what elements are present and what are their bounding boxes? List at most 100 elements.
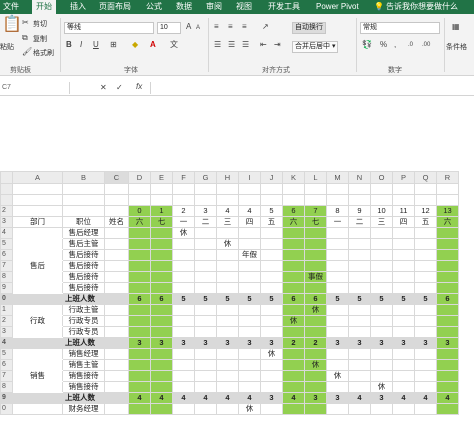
header-name[interactable]: 姓名 bbox=[104, 216, 129, 228]
cell[interactable] bbox=[238, 282, 261, 294]
cell[interactable] bbox=[414, 370, 437, 382]
tab-review[interactable]: 审阅 bbox=[206, 0, 222, 14]
insert-function-button[interactable]: fx bbox=[136, 82, 142, 91]
cell[interactable] bbox=[12, 381, 63, 393]
cell[interactable] bbox=[194, 403, 217, 415]
cell[interactable] bbox=[194, 348, 217, 360]
percent-button[interactable]: % bbox=[380, 40, 387, 50]
cell[interactable] bbox=[150, 194, 173, 206]
cell[interactable] bbox=[414, 381, 437, 393]
cell[interactable] bbox=[392, 370, 415, 382]
cell[interactable] bbox=[304, 381, 327, 393]
total-cell[interactable]: 3 bbox=[326, 392, 349, 404]
cell[interactable] bbox=[216, 260, 239, 272]
cell[interactable] bbox=[194, 249, 217, 261]
row-header[interactable]: 5 bbox=[0, 238, 13, 250]
align-top-icon[interactable]: ≡ bbox=[214, 22, 219, 32]
cell[interactable] bbox=[104, 403, 129, 415]
cell[interactable] bbox=[172, 403, 195, 415]
row-header[interactable]: 9 bbox=[0, 392, 13, 404]
row-header[interactable]: 7 bbox=[0, 370, 13, 382]
day-number-cell[interactable]: 10 bbox=[370, 205, 393, 217]
tab-file[interactable]: 文件 bbox=[3, 0, 19, 14]
cell[interactable] bbox=[414, 304, 437, 316]
day-number-cell[interactable]: 4 bbox=[238, 205, 261, 217]
total-cell[interactable]: 6 bbox=[128, 293, 151, 305]
cell[interactable] bbox=[12, 271, 63, 283]
shift-cell[interactable]: 休 bbox=[326, 370, 349, 382]
row-header[interactable]: 0 bbox=[0, 293, 13, 305]
total-cell[interactable]: 6 bbox=[436, 293, 459, 305]
cell[interactable] bbox=[128, 370, 151, 382]
cell[interactable] bbox=[304, 315, 327, 327]
cell[interactable] bbox=[128, 194, 151, 206]
align-bottom-icon[interactable]: ≡ bbox=[242, 22, 247, 32]
weekday-cell[interactable]: 一 bbox=[172, 216, 195, 228]
total-cell[interactable]: 6 bbox=[282, 293, 305, 305]
cell[interactable] bbox=[104, 304, 129, 316]
column-header[interactable]: D bbox=[128, 171, 151, 184]
cell[interactable] bbox=[348, 271, 371, 283]
cell[interactable] bbox=[348, 381, 371, 393]
cell[interactable] bbox=[172, 249, 195, 261]
column-header[interactable]: J bbox=[260, 171, 283, 184]
cell[interactable] bbox=[436, 260, 459, 272]
row-header[interactable]: 0 bbox=[0, 403, 13, 415]
cell[interactable] bbox=[436, 183, 459, 195]
cell[interactable] bbox=[104, 370, 129, 382]
total-cell[interactable]: 3 bbox=[348, 337, 371, 349]
cell[interactable] bbox=[150, 304, 173, 316]
cell[interactable] bbox=[238, 194, 261, 206]
total-cell[interactable]: 3 bbox=[392, 337, 415, 349]
cell[interactable] bbox=[260, 282, 283, 294]
cell[interactable] bbox=[150, 359, 173, 371]
total-cell[interactable]: 5 bbox=[260, 293, 283, 305]
position-cell[interactable]: 行政专员 bbox=[62, 326, 105, 338]
cell[interactable] bbox=[348, 304, 371, 316]
cell[interactable] bbox=[216, 326, 239, 338]
position-cell[interactable]: 行政专员 bbox=[62, 315, 105, 327]
position-cell[interactable]: 售后接待 bbox=[62, 282, 105, 294]
cell[interactable] bbox=[194, 315, 217, 327]
cell[interactable] bbox=[370, 227, 393, 239]
total-cell[interactable]: 5 bbox=[172, 293, 195, 305]
cell[interactable] bbox=[62, 205, 105, 217]
align-right-icon[interactable]: ☰ bbox=[242, 40, 249, 50]
cell[interactable] bbox=[436, 271, 459, 283]
cell[interactable] bbox=[436, 370, 459, 382]
tab-home[interactable]: 开始 bbox=[32, 0, 56, 14]
cell[interactable] bbox=[370, 194, 393, 206]
cell[interactable] bbox=[326, 359, 349, 371]
weekday-cell[interactable]: 六 bbox=[436, 216, 459, 228]
row-header[interactable] bbox=[0, 194, 13, 206]
cell[interactable] bbox=[414, 260, 437, 272]
align-center-icon[interactable]: ☰ bbox=[228, 40, 235, 50]
cell[interactable] bbox=[282, 271, 305, 283]
cell[interactable] bbox=[436, 249, 459, 261]
cell[interactable] bbox=[304, 348, 327, 360]
cell[interactable] bbox=[282, 326, 305, 338]
cell[interactable] bbox=[12, 238, 63, 250]
weekday-cell[interactable]: 一 bbox=[326, 216, 349, 228]
position-cell[interactable]: 售后主管 bbox=[62, 238, 105, 250]
cell[interactable] bbox=[172, 304, 195, 316]
spreadsheet-grid[interactable]: A B C D E F G H I J K L M N O P Q R 2 0 … bbox=[0, 171, 474, 439]
cell[interactable] bbox=[282, 183, 305, 195]
total-cell[interactable]: 2 bbox=[304, 337, 327, 349]
tell-me-search[interactable]: 告诉我你想要做什么 bbox=[386, 0, 458, 14]
cell[interactable] bbox=[104, 282, 129, 294]
position-cell[interactable]: 销售经理 bbox=[62, 348, 105, 360]
cell[interactable] bbox=[238, 370, 261, 382]
cell[interactable] bbox=[12, 337, 63, 349]
row-header[interactable]: 2 bbox=[0, 315, 13, 327]
cell[interactable] bbox=[260, 326, 283, 338]
row-header[interactable]: 3 bbox=[0, 216, 13, 228]
header-position[interactable]: 职位 bbox=[62, 216, 105, 228]
cell[interactable] bbox=[260, 315, 283, 327]
cell[interactable] bbox=[12, 293, 63, 305]
position-cell[interactable]: 售后经理 bbox=[62, 227, 105, 239]
total-cell[interactable]: 3 bbox=[216, 337, 239, 349]
cell[interactable] bbox=[326, 249, 349, 261]
cell[interactable] bbox=[104, 326, 129, 338]
total-cell[interactable]: 3 bbox=[414, 337, 437, 349]
